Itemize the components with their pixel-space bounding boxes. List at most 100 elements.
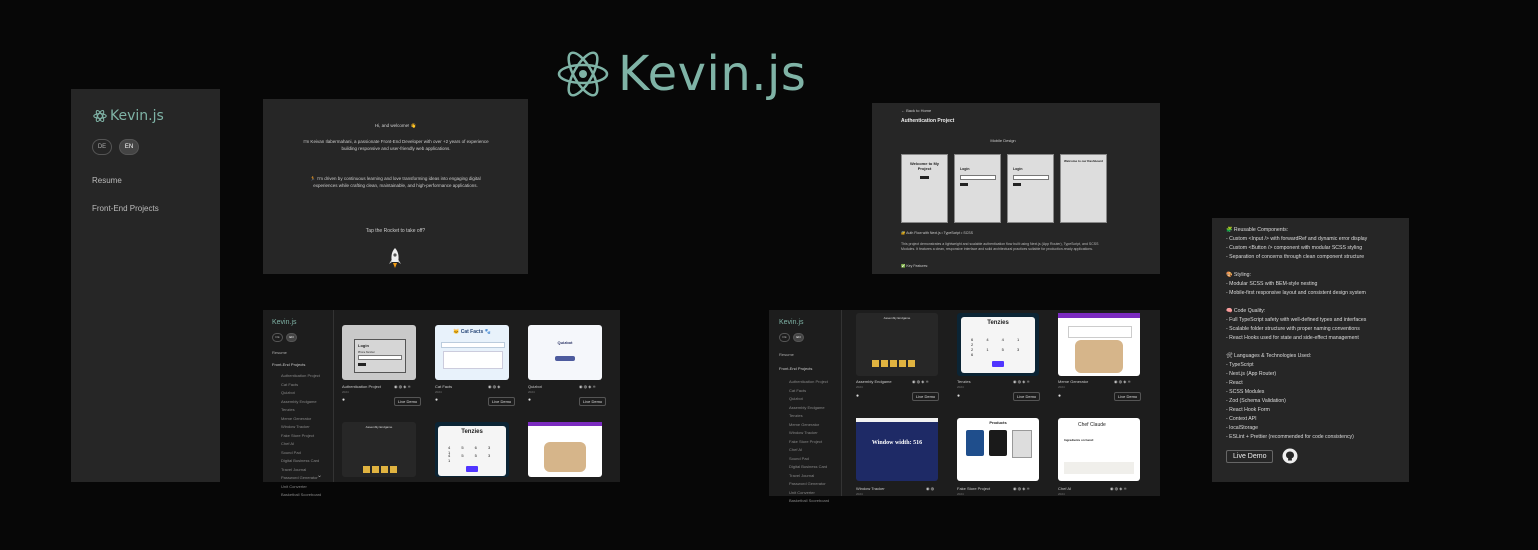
github-icon[interactable]: [1282, 448, 1298, 464]
projects-grid-panel-2: Kevin.js DE EN Resume Front-End Projects…: [769, 310, 1160, 503]
github-icon[interactable]: ●: [528, 397, 531, 403]
project-list-item[interactable]: Travel Journal: [789, 473, 829, 478]
back-link[interactable]: ← Back to Home: [901, 108, 931, 113]
project-card-thumbnail[interactable]: Tenzies 6 4 4 1 2 2 1 5 3 6: [957, 313, 1039, 376]
project-list-item[interactable]: Sound Pad: [281, 450, 321, 455]
project-card-thumbnail[interactable]: Quizbot: [528, 325, 602, 380]
project-list-item[interactable]: Password Generator: [281, 475, 321, 480]
project-list-item[interactable]: Digital Business Card: [281, 458, 321, 463]
intro-para1: I'm Keivan Ilabermahani, a passionate Fr…: [303, 139, 489, 151]
project-list-item[interactable]: Meme Generator: [281, 416, 321, 421]
project-list-item[interactable]: Unit Converter: [789, 490, 829, 495]
intro-panel: Hi, and welcome! 👋 I'm Keivan Ilabermaha…: [263, 99, 528, 274]
project-list-item[interactable]: Travel Journal: [281, 467, 321, 472]
project-card-thumbnail[interactable]: Assembly Endgame: [342, 422, 416, 477]
github-icon[interactable]: ●: [957, 393, 960, 399]
chevron-down-icon[interactable]: ⌄: [317, 472, 322, 479]
lang-en-button[interactable]: EN: [119, 139, 139, 155]
project-card-thumbnail[interactable]: Assembly Endgame: [856, 313, 938, 376]
feature-item: - Full TypeScript safety with well-defin…: [1226, 317, 1367, 323]
live-demo-button[interactable]: Live Demo: [1226, 450, 1274, 463]
lang-de-button[interactable]: DE: [779, 333, 790, 342]
grid-brand: Kevin.js: [272, 319, 297, 326]
card-year: 2024: [435, 390, 442, 394]
github-icon[interactable]: ●: [856, 393, 859, 399]
nav-frontend-projects[interactable]: Front-End Projects: [92, 204, 159, 213]
card-year: 2024: [342, 390, 349, 394]
lang-en-button[interactable]: EN: [793, 333, 804, 342]
rocket-icon[interactable]: [386, 247, 404, 269]
project-list-item[interactable]: Unit Converter: [281, 484, 321, 489]
project-list-item[interactable]: Tenzies: [789, 413, 829, 418]
project-card-thumbnail[interactable]: 🐱 Cat Facts 🐾: [435, 325, 509, 380]
live-demo-button[interactable]: Live Demo: [1013, 392, 1041, 401]
tech-icons: ◉ ◍ ◈: [488, 384, 501, 389]
project-card-thumbnail[interactable]: Window width: 516: [856, 418, 938, 481]
project-list-item[interactable]: Fake Store Project: [789, 439, 829, 444]
project-list-item[interactable]: Password Generator: [789, 481, 829, 486]
github-icon[interactable]: ●: [1058, 393, 1061, 399]
project-title: Authentication Project: [901, 118, 955, 124]
intro-greeting: Hi, and welcome! 👋: [374, 123, 417, 128]
project-list-item[interactable]: Window Tracker: [789, 430, 829, 435]
project-list-item[interactable]: Chef AI: [789, 447, 829, 452]
project-list-item[interactable]: Tenzies: [281, 407, 321, 412]
phone-mockup: Welcome to My Project: [901, 154, 948, 223]
project-list-item[interactable]: Chef AI: [281, 441, 321, 446]
project-card-thumbnail[interactable]: Products: [957, 418, 1039, 481]
lang-en-button[interactable]: EN: [286, 333, 297, 342]
project-stack: 🔐 Auth Flow with Next.js • TypeScript • …: [901, 231, 973, 235]
project-list-item[interactable]: Fake Store Project: [281, 433, 321, 438]
project-list-item[interactable]: Cat Facts: [789, 388, 829, 393]
section-heading: 🧠 Code Quality:: [1226, 308, 1266, 314]
project-list-item[interactable]: Assembly Endgame: [789, 405, 829, 410]
lang-de-button[interactable]: DE: [92, 139, 112, 155]
nav-frontend-projects[interactable]: Front-End Projects: [272, 362, 305, 367]
project-list-item[interactable]: Authentication Project: [281, 373, 321, 378]
github-icon[interactable]: ●: [435, 397, 438, 403]
lang-de-button[interactable]: DE: [272, 333, 283, 342]
feature-item: - React Hooks used for state and side-ef…: [1226, 335, 1359, 341]
feature-item: - TypeScript: [1226, 362, 1254, 368]
atom-icon: [557, 51, 609, 97]
sidebar-brand: Kevin.js: [110, 108, 164, 124]
tech-icons: ◉ ◍ ◈ ⚛: [1013, 379, 1030, 384]
feature-item: - Zod (Schema Validation): [1226, 398, 1286, 404]
features-panel: 🧩 Reusable Components: - Custom <Input /…: [1212, 218, 1409, 482]
github-icon[interactable]: ●: [342, 397, 345, 403]
tech-icons: ◉ ◍ ◈ ⚛: [912, 379, 929, 384]
project-card-thumbnail[interactable]: [1058, 313, 1140, 376]
nav-resume[interactable]: Resume: [92, 176, 122, 185]
live-demo-button[interactable]: Live Demo: [394, 397, 422, 406]
sidebar-logo[interactable]: Kevin.js: [93, 108, 164, 124]
project-list-item[interactable]: Window Tracker: [281, 424, 321, 429]
live-demo-button[interactable]: Live Demo: [1114, 392, 1142, 401]
grid-sidebar: Kevin.js DE EN Resume Front-End Projects…: [769, 310, 842, 503]
project-list-item[interactable]: Cat Facts: [281, 382, 321, 387]
live-demo-button[interactable]: Live Demo: [912, 392, 940, 401]
project-card-thumbnail[interactable]: Chef Claude Ingredients on hand:: [1058, 418, 1140, 481]
tech-icons: ◉ ◍ ◈ ⚛: [394, 384, 411, 389]
project-list-item[interactable]: Assembly Endgame: [281, 399, 321, 404]
project-card-thumbnail[interactable]: Login Phone Number: [342, 325, 416, 380]
project-list-item[interactable]: Basketball Scoreboard: [789, 498, 829, 503]
project-list-item[interactable]: Authentication Project: [789, 379, 829, 384]
live-demo-button[interactable]: Live Demo: [579, 397, 607, 406]
project-list-item[interactable]: Quizbot: [789, 396, 829, 401]
project-list-item[interactable]: Quizbot: [281, 390, 321, 395]
nav-frontend-projects[interactable]: Front-End Projects: [779, 366, 812, 371]
card-year: 2024: [957, 385, 964, 389]
project-list-item[interactable]: Sound Pad: [789, 456, 829, 461]
nav-resume[interactable]: Resume: [272, 350, 287, 355]
card-year: 2024: [856, 385, 863, 389]
feature-item: - Custom <Input /> with forwardRef and d…: [1226, 236, 1368, 242]
project-list-item[interactable]: Digital Business Card: [789, 464, 829, 469]
section-heading: 🧩 Reusable Components:: [1226, 227, 1289, 233]
live-demo-button[interactable]: Live Demo: [488, 397, 516, 406]
project-list-item[interactable]: Meme Generator: [789, 422, 829, 427]
tech-icons: ◉ ◍ ◈ ⚛: [1110, 486, 1127, 491]
project-card-thumbnail[interactable]: Tenzies 4 5 6 3 1 4 5 5 3 1: [435, 422, 509, 477]
nav-resume[interactable]: Resume: [779, 352, 794, 357]
project-card-thumbnail[interactable]: [528, 422, 602, 477]
project-list-item[interactable]: Basketball Scoreboard: [281, 492, 321, 497]
